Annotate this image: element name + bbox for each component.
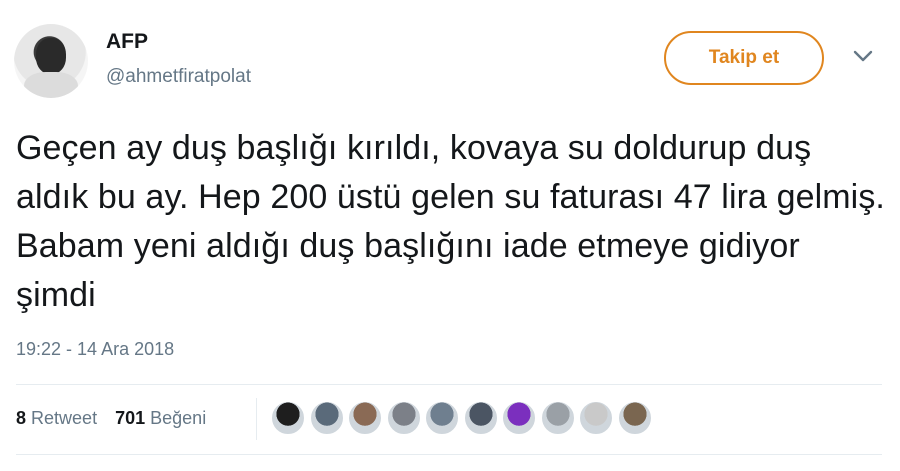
retweet-count: 8 <box>16 408 27 428</box>
tweet-timestamp[interactable]: 19:22 - 14 Ara 2018 <box>16 339 174 360</box>
like-stat[interactable]: 701 Beğeni <box>115 408 206 429</box>
liker-avatar[interactable] <box>578 400 614 436</box>
liker-avatar[interactable] <box>539 400 576 436</box>
engagement-stats: 8 Retweet 701 Beğeni <box>16 408 206 429</box>
tweet-text: Geçen ay duş başlığı kırıldı, kovaya su … <box>16 129 885 314</box>
avatar-shirt-shape <box>24 72 78 98</box>
chevron-down-icon[interactable] <box>852 48 874 64</box>
liker-avatar[interactable] <box>424 400 460 436</box>
display-name[interactable]: AFP <box>106 30 148 54</box>
profile-avatar[interactable] <box>14 24 88 98</box>
divider-top <box>16 384 882 385</box>
liker-avatar[interactable] <box>385 400 422 436</box>
liker-avatars <box>270 400 655 436</box>
user-handle[interactable]: @ahmetfiratpolat <box>106 66 251 88</box>
liker-avatar[interactable] <box>462 400 499 436</box>
like-label: Beğeni <box>150 408 207 428</box>
liker-avatar[interactable] <box>270 400 306 436</box>
retweet-stat[interactable]: 8 Retweet <box>16 408 97 429</box>
like-count: 701 <box>115 408 146 428</box>
avatar-face-shape <box>36 38 66 74</box>
liker-avatar[interactable] <box>501 400 537 436</box>
liker-avatar[interactable] <box>616 400 653 436</box>
liker-avatar[interactable] <box>347 400 383 436</box>
divider-bottom <box>16 454 882 455</box>
retweet-label: Retweet <box>31 408 98 428</box>
stats-separator <box>256 398 257 440</box>
liker-avatar[interactable] <box>308 400 345 436</box>
follow-button[interactable]: Takip et <box>664 31 824 85</box>
